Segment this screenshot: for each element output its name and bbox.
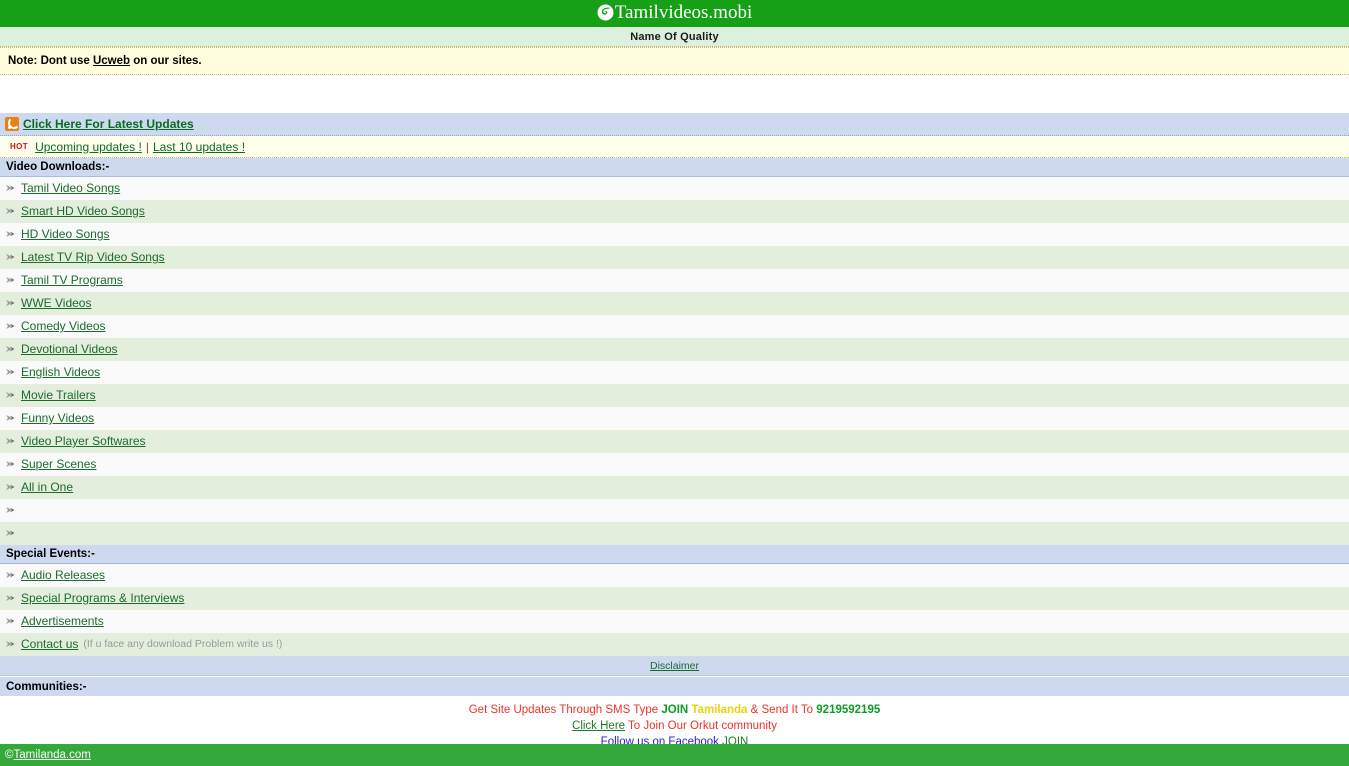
menu-link[interactable]: Tamil Video Songs (21, 181, 120, 195)
sms-text-prefix: Get Site Updates Through SMS Type (468, 704, 662, 716)
menu-item-contact-us[interactable]: Contact us (If u face any download Probl… (0, 633, 1349, 656)
arrow-bullet-icon (5, 505, 16, 516)
menu-link[interactable]: English Videos (21, 365, 100, 379)
site-subtitle: Name Of Quality (630, 30, 719, 43)
contact-us-note: (If u face any download Problem write us… (83, 638, 283, 650)
menu-item-advertisements[interactable]: Advertisements (0, 610, 1349, 633)
site-subtitle-bar: Name Of Quality (0, 27, 1349, 47)
menu-item-wwe-videos[interactable]: WWE Videos (0, 292, 1349, 315)
menu-item-tamil-video-songs[interactable]: Tamil Video Songs (0, 177, 1349, 200)
disclaimer-link[interactable]: Disclaimer (650, 660, 699, 672)
site-logo[interactable]: Tamilvideos.mobi (597, 3, 752, 22)
disclaimer-bar[interactable]: Disclaimer (0, 656, 1349, 676)
arrow-bullet-icon (5, 275, 16, 286)
menu-link[interactable]: WWE Videos (21, 296, 91, 310)
menu-link[interactable]: Contact us (21, 637, 78, 651)
menu-list-video-downloads: Tamil Video Songs Smart HD Video Songs H… (0, 177, 1349, 545)
upcoming-updates-link[interactable]: Upcoming updates ! (35, 140, 142, 154)
latest-updates-link[interactable]: Click Here For Latest Updates (23, 117, 194, 131)
menu-link[interactable]: Video Player Softwares (21, 434, 146, 448)
menu-list-special-events: Audio Releases Special Programs & Interv… (0, 564, 1349, 656)
arrow-bullet-icon (5, 436, 16, 447)
menu-link[interactable]: Comedy Videos (21, 319, 106, 333)
menu-item-comedy-videos[interactable]: Comedy Videos (0, 315, 1349, 338)
menu-item-movie-trailers[interactable]: Movie Trailers (0, 384, 1349, 407)
menu-item-super-scenes[interactable]: Super Scenes (0, 453, 1349, 476)
menu-item-empty-2[interactable] (0, 522, 1349, 545)
hot-badge: HOT (10, 141, 29, 152)
arrow-bullet-icon (5, 344, 16, 355)
menu-item-tamil-tv-programs[interactable]: Tamil TV Programs (0, 269, 1349, 292)
sms-text-middle: & Send It To (747, 704, 817, 716)
menu-link[interactable]: Audio Releases (21, 568, 105, 582)
arrow-bullet-icon (5, 459, 16, 470)
arrow-bullet-icon (5, 367, 16, 378)
notice-bar: Note: Dont use Ucweb on our sites. (0, 47, 1349, 75)
menu-link[interactable]: Movie Trailers (21, 388, 96, 402)
menu-item-special-programs-interviews[interactable]: Special Programs & Interviews (0, 587, 1349, 610)
menu-item-video-player-softwares[interactable]: Video Player Softwares (0, 430, 1349, 453)
menu-item-devotional-videos[interactable]: Devotional Videos (0, 338, 1349, 361)
sms-join-keyword: JOIN (661, 704, 689, 716)
section-header-video-downloads: Video Downloads:- (0, 158, 1349, 177)
menu-link[interactable]: Tamil TV Programs (21, 273, 123, 287)
menu-item-all-in-one[interactable]: All in One (0, 476, 1349, 499)
menu-item-smart-hd-video-songs[interactable]: Smart HD Video Songs (0, 200, 1349, 223)
arrow-bullet-icon (5, 390, 16, 401)
menu-link[interactable]: All in One (21, 480, 73, 494)
menu-link[interactable]: Devotional Videos (21, 342, 118, 356)
menu-link[interactable]: Funny Videos (21, 411, 94, 425)
orkut-promo-line: Click Here To Join Our Orkut community (0, 718, 1349, 734)
arrow-bullet-icon (5, 252, 16, 263)
arrow-bullet-icon (5, 639, 16, 650)
menu-item-english-videos[interactable]: English Videos (0, 361, 1349, 384)
site-header-banner: Tamilvideos.mobi (0, 0, 1349, 27)
menu-link[interactable]: Advertisements (21, 614, 104, 628)
orkut-promo-text: To Join Our Orkut community (625, 720, 777, 732)
site-title: Tamilvideos.mobi (614, 2, 753, 23)
arrow-bullet-icon (5, 482, 16, 493)
notice-text: Note: Dont use Ucweb on our sites. (8, 55, 202, 67)
arrow-bullet-icon (5, 229, 16, 240)
hot-updates-bar: HOT Upcoming updates ! | Last 10 updates… (0, 136, 1349, 158)
site-footer: © Tamilanda.com (0, 744, 1349, 766)
link-separator: | (145, 139, 149, 154)
arrow-bullet-icon (5, 528, 16, 539)
menu-link[interactable]: Special Programs & Interviews (21, 591, 184, 605)
menu-item-hd-video-songs[interactable]: HD Video Songs (0, 223, 1349, 246)
promo-block: Get Site Updates Through SMS Type JOIN T… (0, 696, 1349, 750)
rss-feed-icon (5, 117, 19, 131)
sms-site-keyword: Tamilanda (691, 704, 748, 716)
arrow-bullet-icon (5, 206, 16, 217)
arrow-bullet-icon (5, 616, 16, 627)
sms-shortcode-number: 9219592195 (816, 704, 881, 716)
swirl-logo-icon (597, 4, 614, 21)
menu-item-funny-videos[interactable]: Funny Videos (0, 407, 1349, 430)
menu-item-audio-releases[interactable]: Audio Releases (0, 564, 1349, 587)
notice-prefix: Note: Dont use (8, 55, 93, 67)
menu-link[interactable]: HD Video Songs (21, 227, 110, 241)
latest-updates-bar[interactable]: Click Here For Latest Updates (0, 113, 1349, 136)
arrow-bullet-icon (5, 570, 16, 581)
arrow-bullet-icon (5, 321, 16, 332)
section-header-special-events: Special Events:- (0, 545, 1349, 564)
arrow-bullet-icon (5, 183, 16, 194)
arrow-bullet-icon (5, 593, 16, 604)
menu-item-empty-1[interactable] (0, 499, 1349, 522)
ucweb-link[interactable]: Ucweb (93, 55, 130, 67)
arrow-bullet-icon (5, 413, 16, 424)
footer-site-link[interactable]: Tamilanda.com (13, 749, 90, 761)
last-10-updates-link[interactable]: Last 10 updates ! (153, 140, 245, 154)
menu-link[interactable]: Super Scenes (21, 457, 96, 471)
copyright-symbol: © (5, 749, 14, 761)
arrow-bullet-icon (5, 298, 16, 309)
sms-promo-line: Get Site Updates Through SMS Type JOIN T… (0, 702, 1349, 718)
notice-suffix: on our sites. (130, 55, 202, 67)
menu-link[interactable]: Smart HD Video Songs (21, 204, 145, 218)
content-spacer (0, 75, 1349, 113)
section-header-communities: Communities:- (0, 676, 1349, 696)
menu-link[interactable]: Latest TV Rip Video Songs (21, 250, 165, 264)
menu-item-latest-tv-rip-video-songs[interactable]: Latest TV Rip Video Songs (0, 246, 1349, 269)
orkut-click-here-link[interactable]: Click Here (572, 720, 625, 732)
